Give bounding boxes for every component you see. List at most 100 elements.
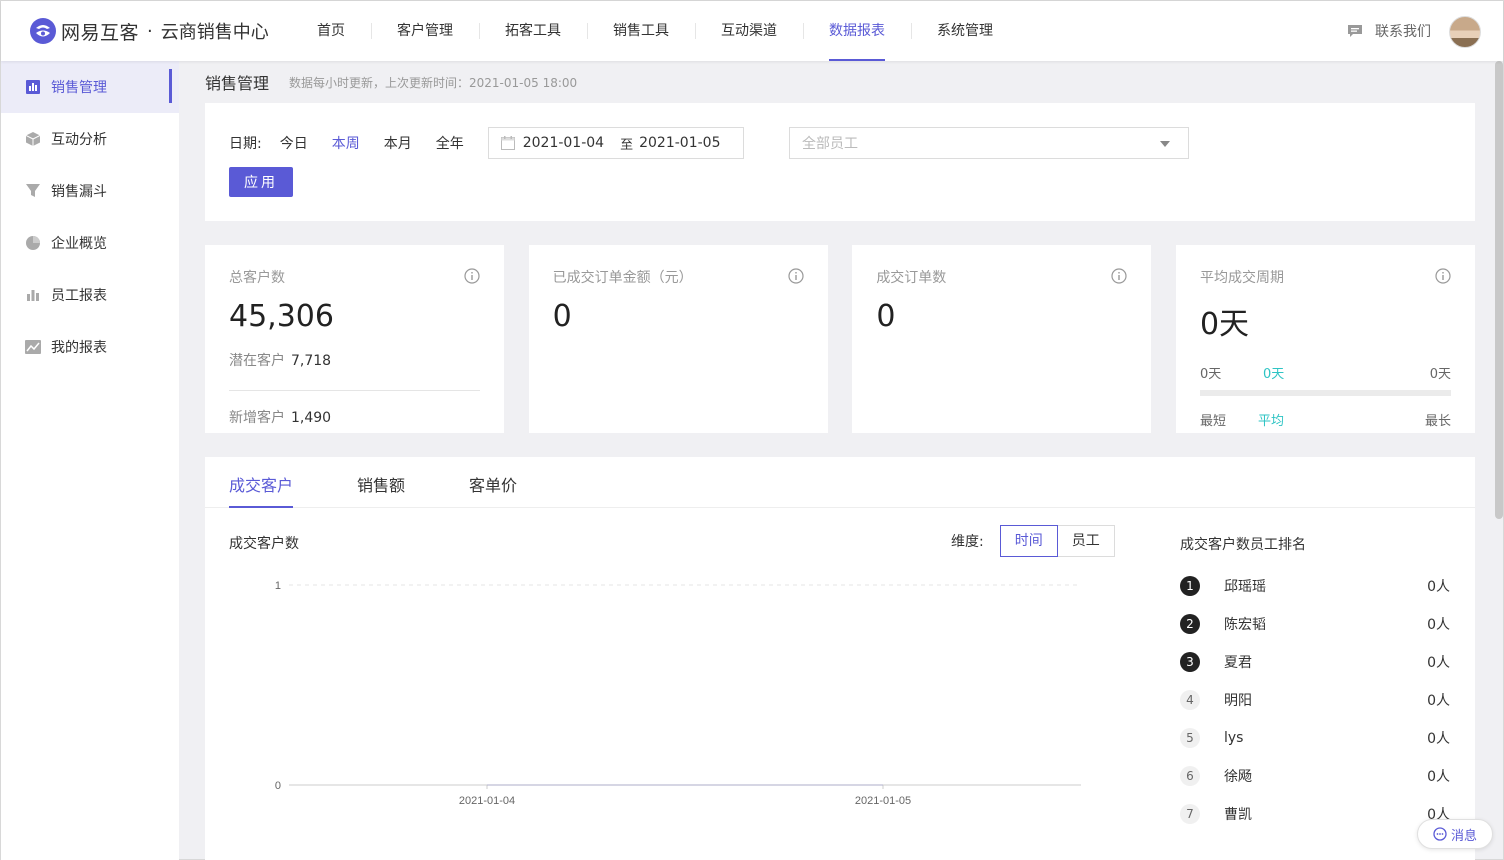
rank-item: 4 明阳 0人: [1180, 681, 1450, 719]
sidebar-item-employee-report[interactable]: 员工报表: [1, 269, 179, 321]
tab-deal-customers[interactable]: 成交客户: [229, 457, 294, 508]
rank-item: 1 邱瑶瑶 0人: [1180, 567, 1450, 605]
info-icon[interactable]: [464, 268, 480, 284]
quick-today[interactable]: 今日: [280, 133, 308, 153]
tab-unit-price[interactable]: 客单价: [469, 457, 517, 508]
rank-number: 2: [1180, 614, 1200, 634]
new-customers: 新增客户 1,490: [229, 407, 480, 427]
message-icon: [1433, 827, 1447, 841]
new-label: 新增客户: [229, 410, 285, 426]
dimension-time-button[interactable]: 时间: [999, 525, 1058, 557]
sidebar-item-interaction-analysis[interactable]: 互动分析: [1, 113, 179, 165]
rank-item: 6 徐飏 0人: [1180, 757, 1450, 795]
scrollbar[interactable]: [1495, 61, 1503, 519]
chevron-down-icon: [1160, 141, 1170, 147]
chart-panel: 成交客户 销售额 客单价 成交客户数 维度: 时间 员工 0 1 2021-01-0…: [205, 457, 1475, 860]
sidebar-item-label: 企业概览: [51, 236, 107, 252]
line-chart: 0 1 2021-01-04 2021-01-05: [275, 580, 1081, 807]
chat-icon: [1348, 25, 1362, 37]
card-deal-amount: 已成交订单金额（元） 0: [528, 245, 828, 433]
message-label: 消息: [1450, 828, 1477, 844]
new-value: 1,490: [291, 410, 332, 426]
info-icon[interactable]: [788, 268, 804, 284]
dimension-employee-button[interactable]: 员工: [1057, 525, 1115, 557]
column-chart-icon: [25, 287, 41, 303]
card-title: 平均成交周期: [1199, 270, 1284, 286]
quick-this-week[interactable]: 本周: [332, 133, 360, 153]
update-note: 数据每小时更新，上次更新时间：2021-01-05 18:00: [289, 75, 578, 90]
info-icon[interactable]: [1111, 268, 1127, 284]
sidebar-item-label: 互动分析: [51, 132, 107, 148]
nav-prospecting[interactable]: 拓客工具: [479, 1, 587, 61]
cycle-min-label: 最短: [1199, 414, 1226, 429]
dimension-label: 维度:: [951, 534, 984, 550]
rank-value: 0人: [1427, 769, 1450, 785]
x-tick-label: 2021-01-04: [459, 795, 515, 807]
tab-sales-amount[interactable]: 销售额: [357, 457, 405, 508]
contact-link[interactable]: 联系我们: [1347, 21, 1431, 41]
date-start: 2021-01-04: [522, 135, 605, 151]
info-icon[interactable]: [1435, 268, 1451, 284]
card-value: 0天: [1199, 307, 1250, 342]
rank-title: 成交客户数员工排名: [1180, 537, 1306, 553]
sidebar-item-label: 员工报表: [51, 288, 107, 304]
rank-number: 6: [1180, 766, 1200, 786]
nav-home[interactable]: 首页: [291, 1, 371, 61]
nav-customers[interactable]: 客户管理: [371, 1, 479, 61]
potential-value: 7,718: [291, 353, 332, 369]
potential-customers: 潜在客户 7,718: [229, 350, 480, 370]
sidebar-item-my-report[interactable]: 我的报表: [1, 321, 179, 373]
rank-number: 3: [1180, 652, 1200, 672]
divider: [229, 390, 480, 391]
contact-label: 联系我们: [1375, 24, 1431, 40]
rank-value: 0人: [1427, 617, 1450, 633]
rank-number: 4: [1180, 690, 1200, 710]
nav-sales-tools[interactable]: 销售工具: [587, 1, 695, 61]
employee-select[interactable]: 全部员工: [789, 127, 1189, 159]
rank-name: 徐飏: [1224, 769, 1252, 785]
card-deal-orders: 成交订单数 0: [852, 245, 1152, 433]
rank-name: 夏君: [1224, 655, 1252, 671]
main-nav: 首页 客户管理 拓客工具 销售工具 互动渠道 数据报表 系统管理: [291, 1, 1019, 61]
apply-button[interactable]: 应用: [229, 167, 293, 197]
cycle-bar: [1199, 390, 1451, 396]
stat-cards: 总客户数 45,306 潜在客户 7,718 新增客户 1,490 已成交订单金额（…: [205, 245, 1475, 433]
brand-dot: ·: [147, 20, 153, 42]
page-header: 销售管理 数据每小时更新，上次更新时间：2021-01-05 18:00: [205, 61, 1475, 103]
brand-name: 网易互客: [61, 21, 140, 44]
card-value: 45,306: [229, 299, 334, 334]
x-tick-label: 2021-01-05: [855, 795, 911, 807]
card-value: 0: [876, 299, 896, 334]
card-total-customers: 总客户数 45,306 潜在客户 7,718 新增客户 1,490: [205, 245, 504, 433]
sidebar-item-enterprise-overview[interactable]: 企业概览: [1, 217, 179, 269]
message-button[interactable]: 消息: [1417, 819, 1493, 849]
page-title: 销售管理: [205, 74, 270, 93]
rank-name: 陈宏韬: [1224, 617, 1266, 633]
cycle-max-label: 最长: [1424, 414, 1451, 429]
nav-reports[interactable]: 数据报表: [803, 1, 911, 61]
logo[interactable]: 网易互客 · 云商销售中心: [29, 17, 269, 45]
rank-number: 7: [1180, 804, 1200, 824]
nav-system[interactable]: 系统管理: [911, 1, 1019, 61]
date-end: 2021-01-05: [639, 135, 721, 151]
date-label: 日期:: [229, 136, 262, 152]
calendar-icon: [500, 136, 515, 150]
sidebar-item-sales-management[interactable]: 销售管理: [1, 61, 179, 113]
nav-channels[interactable]: 互动渠道: [695, 1, 803, 61]
rank-item: 2 陈宏韬 0人: [1180, 605, 1450, 643]
quick-this-year[interactable]: 全年: [436, 133, 464, 153]
date-separator: 至: [620, 137, 634, 153]
rank-value: 0人: [1427, 693, 1450, 709]
rank-value: 0人: [1427, 731, 1450, 747]
card-title: 成交订单数: [876, 270, 947, 286]
card-title: 已成交订单金额（元）: [552, 270, 693, 286]
avatar[interactable]: [1449, 16, 1481, 48]
sidebar-item-sales-funnel[interactable]: 销售漏斗: [1, 165, 179, 217]
rank-number: 1: [1180, 576, 1200, 596]
dimension-switch: 维度: 时间 员工: [951, 525, 1115, 557]
pie-chart-icon: [25, 235, 41, 251]
card-title: 总客户数: [229, 270, 285, 286]
quick-this-month[interactable]: 本月: [384, 133, 412, 153]
date-range-picker[interactable]: 2021-01-04 至 2021-01-05: [487, 127, 744, 159]
logo-icon: [30, 18, 56, 44]
